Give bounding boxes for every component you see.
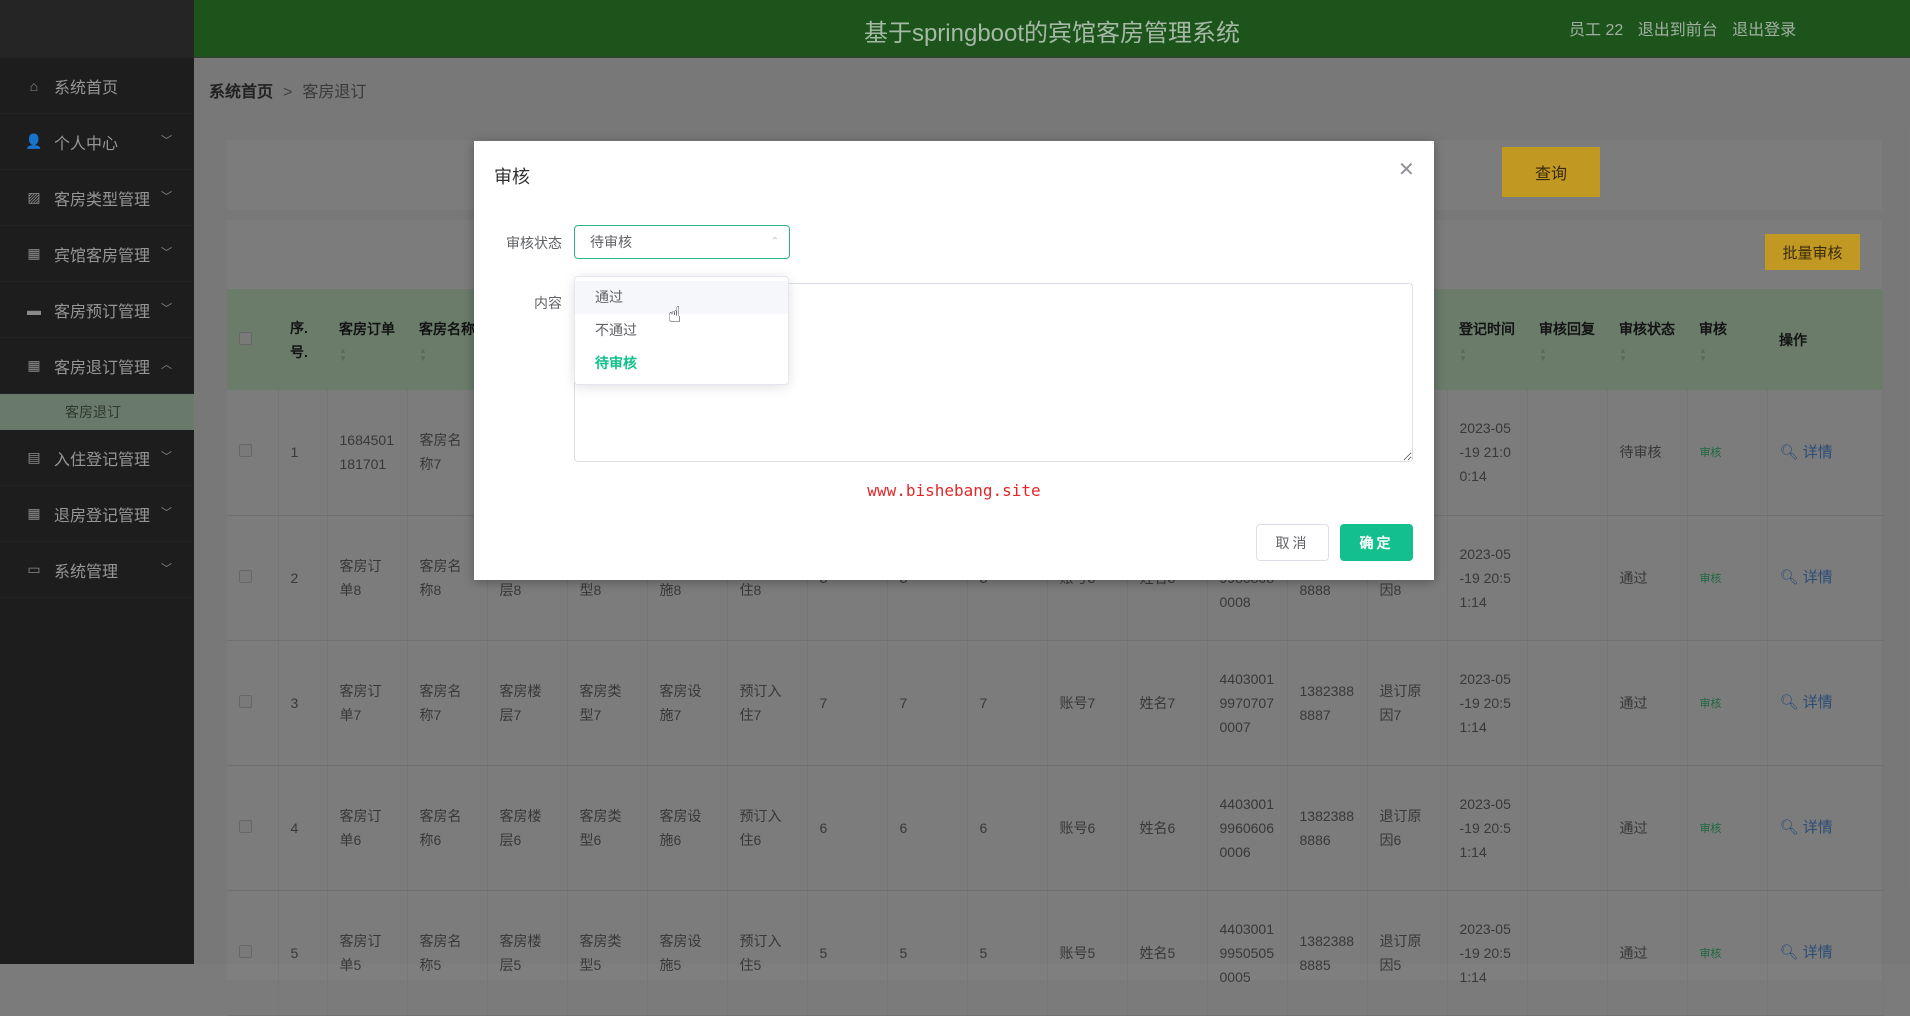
watermark-text: www.bishebang.site bbox=[474, 481, 1434, 500]
dialog-title: 审核 bbox=[494, 163, 530, 189]
chevron-up-icon: ⌃ bbox=[771, 226, 779, 258]
status-dropdown: 通过 不通过 待审核 bbox=[574, 276, 789, 385]
cancel-button[interactable]: 取消 bbox=[1256, 524, 1329, 561]
status-label: 审核状态 bbox=[474, 233, 562, 253]
content-label: 内容 bbox=[474, 293, 562, 313]
close-icon[interactable]: ✕ bbox=[1398, 157, 1415, 182]
hand-cursor-icon: ☝ bbox=[668, 302, 681, 328]
status-select-value: 待审核 bbox=[590, 234, 632, 250]
status-select[interactable]: 待审核 ⌃ bbox=[574, 225, 790, 259]
option-reject[interactable]: 不通过 bbox=[575, 314, 788, 347]
option-pass[interactable]: 通过 bbox=[575, 281, 788, 314]
option-pending[interactable]: 待审核 bbox=[575, 347, 788, 380]
confirm-button[interactable]: 确定 bbox=[1340, 524, 1413, 561]
